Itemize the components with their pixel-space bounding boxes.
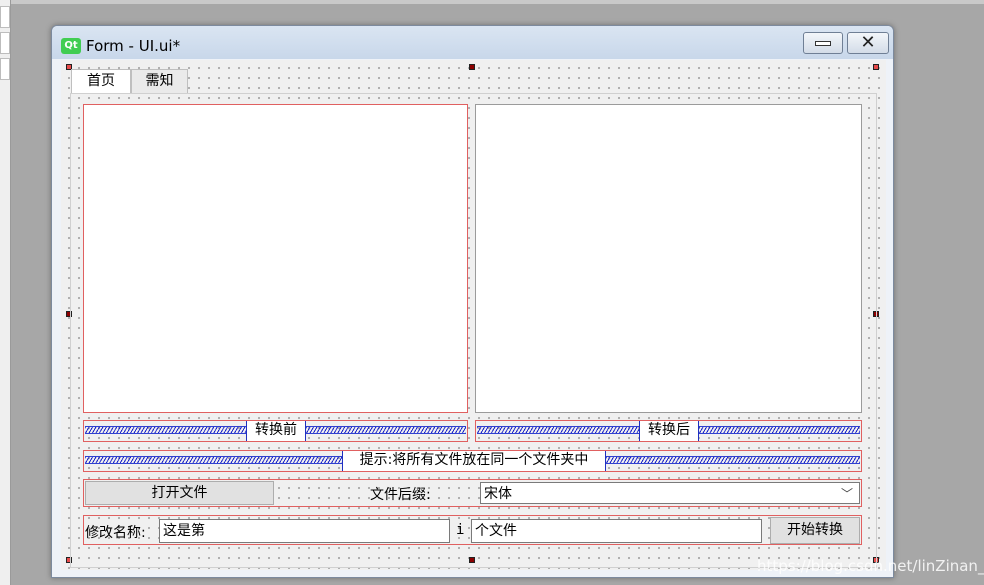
rename-row: 修改名称: 这是第 i 个文件 开始转换 <box>83 515 862 545</box>
tab-notice[interactable]: 需知 <box>131 69 188 93</box>
horizontal-spacer[interactable] <box>477 426 639 434</box>
before-label: 转换前 <box>246 421 306 441</box>
minimize-icon <box>815 41 831 46</box>
close-icon: ✕ <box>860 32 876 53</box>
selection-handle[interactable] <box>469 64 475 70</box>
background-field <box>0 6 10 28</box>
horizontal-spacer[interactable] <box>699 426 860 434</box>
tab-home[interactable]: 首页 <box>71 69 131 93</box>
hint-row: 提示:将所有文件放在同一个文件夹中 <box>83 450 862 472</box>
after-label: 转换后 <box>639 421 699 441</box>
chevron-down-icon: ﹀ <box>840 487 853 501</box>
hint-label: 提示:将所有文件放在同一个文件夹中 <box>342 451 606 471</box>
background-field <box>0 32 10 54</box>
before-label-row: 转换前 <box>83 420 468 442</box>
form-window: Qt Form - UI.ui* ✕ 首页 需知 转换前 转换后 提示:将所有文… <box>51 25 894 578</box>
file-suffix-select[interactable]: 宋体 ﹀ <box>480 482 860 504</box>
watermark: https://blog.csdn.net/linZinan_ <box>757 557 984 575</box>
before-image-panel[interactable] <box>83 104 468 413</box>
horizontal-spacer[interactable] <box>85 426 246 434</box>
file-row: 打开文件 文件后缀: 宋体 ﹀ <box>83 479 862 507</box>
title-bar[interactable]: Qt Form - UI.ui* ✕ <box>52 26 893 59</box>
background-field <box>0 58 10 80</box>
background-app-top <box>11 0 984 4</box>
rename-suffix-input[interactable]: 个文件 <box>471 519 762 543</box>
minimize-button[interactable] <box>803 32 843 54</box>
after-image-panel[interactable] <box>475 104 862 413</box>
open-file-button[interactable]: 打开文件 <box>85 481 274 505</box>
start-convert-button[interactable]: 开始转换 <box>770 517 860 544</box>
rename-prefix-input[interactable]: 这是第 <box>159 519 450 543</box>
file-suffix-value: 宋体 <box>484 486 512 502</box>
file-suffix-label: 文件后缀: <box>370 487 431 503</box>
close-button[interactable]: ✕ <box>847 32 889 54</box>
after-label-row: 转换后 <box>475 420 862 442</box>
horizontal-spacer[interactable] <box>606 456 860 464</box>
rename-label: 修改名称: <box>85 525 146 541</box>
window-title: Form - UI.ui* <box>86 37 181 55</box>
selection-handle[interactable] <box>873 64 879 70</box>
horizontal-spacer[interactable] <box>85 456 342 464</box>
horizontal-spacer[interactable] <box>306 426 466 434</box>
index-label: i <box>456 522 465 538</box>
background-app-strip <box>0 0 11 585</box>
qt-logo-icon: Qt <box>61 38 81 54</box>
